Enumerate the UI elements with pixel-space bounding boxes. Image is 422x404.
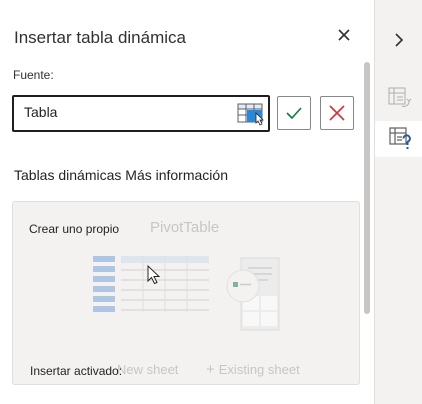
- rail-item-pivot-help[interactable]: [375, 121, 422, 157]
- source-field[interactable]: [12, 95, 270, 132]
- scrollbar-thumb[interactable]: [364, 62, 370, 314]
- create-own-label: Crear uno propio: [29, 222, 120, 236]
- insert-on-label: Insertar activado:: [30, 364, 123, 378]
- table-range-select-icon: [237, 103, 264, 126]
- cancel-x-icon: [329, 105, 345, 121]
- pivot-create-card[interactable]: Crear uno propio PivotTable New sheet + …: [12, 201, 360, 385]
- existing-sheet-option[interactable]: + Existing sheet: [206, 361, 300, 378]
- pivottable-label: PivotTable: [150, 219, 220, 236]
- pivot-fields-icon: [388, 87, 411, 107]
- pivot-illustration: [93, 256, 280, 331]
- side-rail: [375, 0, 422, 404]
- new-sheet-option[interactable]: New sheet: [117, 362, 178, 377]
- cancel-button[interactable]: [320, 96, 354, 130]
- close-button[interactable]: [333, 24, 355, 46]
- pivot-help-icon: [388, 127, 411, 149]
- expand-rail-button[interactable]: [375, 22, 422, 58]
- rail-item-pivot-fields[interactable]: [375, 80, 422, 116]
- checkmark-icon: [286, 107, 302, 119]
- plus-icon: +: [206, 361, 215, 378]
- source-input[interactable]: [24, 104, 224, 120]
- chevron-right-icon: [394, 33, 403, 47]
- pane-title: Insertar tabla dinámica: [14, 28, 186, 47]
- scrollbar[interactable]: [363, 62, 371, 384]
- range-select-button[interactable]: [237, 102, 267, 126]
- confirm-button[interactable]: [277, 96, 311, 130]
- close-icon: [338, 29, 350, 41]
- insert-pivot-pane: Insertar tabla dinámica Fuente: Tabla Ta…: [0, 0, 375, 404]
- section-heading: Tablas dinámicas Más información: [14, 167, 228, 183]
- source-label: Fuente:: [13, 68, 54, 82]
- existing-sheet-label: Existing sheet: [218, 362, 300, 377]
